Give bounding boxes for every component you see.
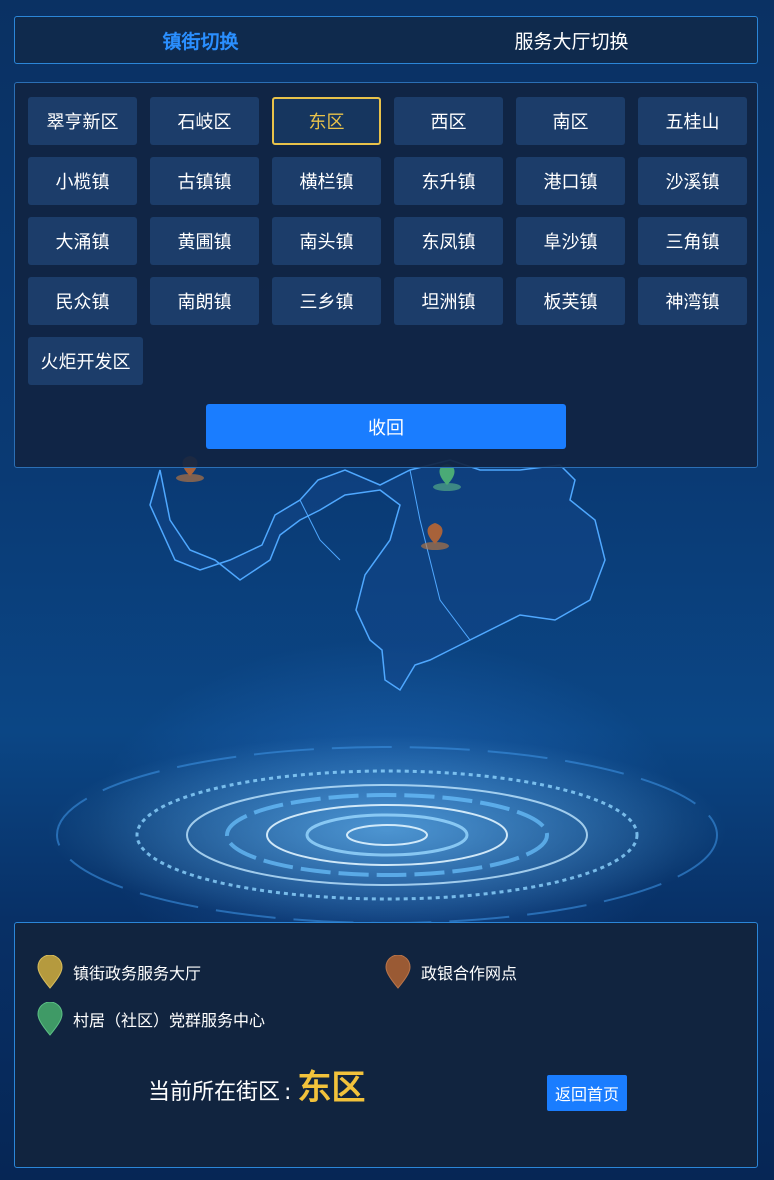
- district-button[interactable]: 西区: [394, 97, 503, 145]
- district-button[interactable]: 小榄镇: [28, 157, 137, 205]
- map-outline: [149, 459, 606, 692]
- district-button[interactable]: 东升镇: [394, 157, 503, 205]
- legend-panel: 镇街政务服务大厅 政银合作网点 村居（社区）党群服务中心 当前所在街区 : 东区…: [14, 922, 758, 1168]
- legend-label: 政银合作网点: [421, 964, 518, 983]
- district-button[interactable]: 南区: [516, 97, 625, 145]
- district-button-active[interactable]: 东区: [272, 97, 381, 145]
- district-button[interactable]: 火炬开发区: [28, 337, 143, 385]
- district-grid: 翠亨新区 石岐区 东区 西区 南区 五桂山 小榄镇 古镇镇 横栏镇 东升镇 港口…: [28, 97, 748, 385]
- pin-gold-icon: [37, 955, 63, 989]
- district-button[interactable]: 石岐区: [150, 97, 259, 145]
- district-button[interactable]: 沙溪镇: [638, 157, 747, 205]
- district-button[interactable]: 三角镇: [638, 217, 747, 265]
- district-button[interactable]: 神湾镇: [638, 277, 747, 325]
- current-district-colon: :: [284, 1080, 292, 1105]
- collapse-button[interactable]: 收回: [206, 404, 566, 449]
- legend-label: 村居（社区）党群服务中心: [73, 1011, 266, 1030]
- pin-green-icon: [37, 1002, 63, 1036]
- district-button[interactable]: 阜沙镇: [516, 217, 625, 265]
- pin-brown-icon: [385, 955, 411, 989]
- tech-rings: [47, 735, 727, 925]
- district-button[interactable]: 大涌镇: [28, 217, 137, 265]
- district-button[interactable]: 翠亨新区: [28, 97, 137, 145]
- legend-label: 镇街政务服务大厅: [73, 964, 202, 983]
- switch-bar: 镇街切换 服务大厅切换: [14, 16, 758, 64]
- district-button[interactable]: 横栏镇: [272, 157, 381, 205]
- district-button[interactable]: 南朗镇: [150, 277, 259, 325]
- legend-item-bank: 政银合作网点: [385, 955, 517, 989]
- current-district-prefix: 当前所在街区: [148, 1080, 281, 1105]
- district-button[interactable]: 三乡镇: [272, 277, 381, 325]
- district-button[interactable]: 南头镇: [272, 217, 381, 265]
- tab-hall-switch[interactable]: 服务大厅切换: [386, 17, 757, 63]
- district-panel: 翠亨新区 石岐区 东区 西区 南区 五桂山 小榄镇 古镇镇 横栏镇 东升镇 港口…: [14, 82, 758, 468]
- legend-item-gov-hall: 镇街政务服务大厅: [37, 955, 201, 989]
- current-district: 当前所在街区 : 东区: [148, 1060, 365, 1109]
- tab-town-switch[interactable]: 镇街切换: [15, 17, 386, 63]
- district-button[interactable]: 民众镇: [28, 277, 137, 325]
- district-button[interactable]: 港口镇: [516, 157, 625, 205]
- back-home-button[interactable]: 返回首页: [547, 1075, 627, 1111]
- current-district-value: 东区: [297, 1068, 366, 1108]
- district-button[interactable]: 黄圃镇: [150, 217, 259, 265]
- district-button[interactable]: 板芙镇: [516, 277, 625, 325]
- district-button[interactable]: 五桂山: [638, 97, 747, 145]
- district-button[interactable]: 坦洲镇: [394, 277, 503, 325]
- district-button[interactable]: 古镇镇: [150, 157, 259, 205]
- legend-item-community: 村居（社区）党群服务中心: [37, 1002, 265, 1036]
- district-button[interactable]: 东凤镇: [394, 217, 503, 265]
